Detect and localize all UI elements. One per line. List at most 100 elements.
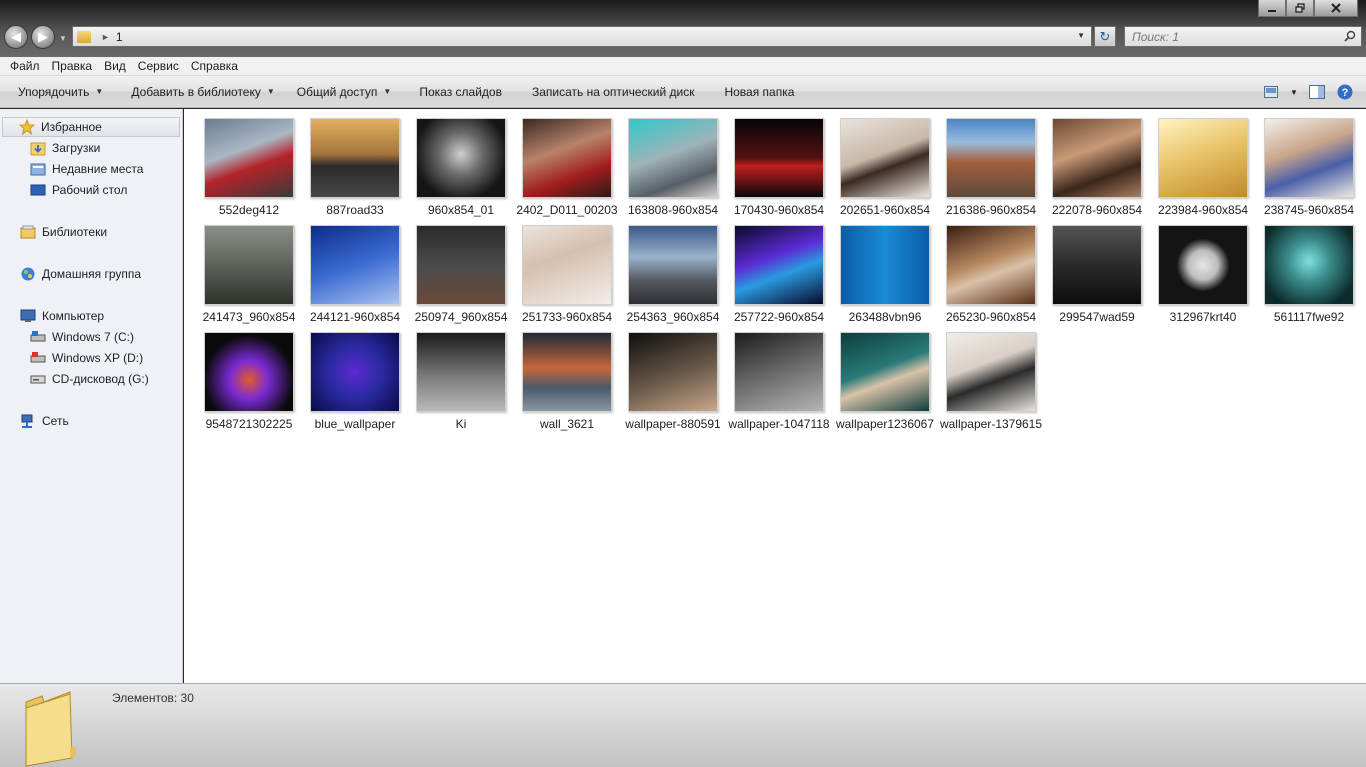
- arrow-right-icon: ▶: [38, 29, 48, 44]
- file-thumbnail: [946, 332, 1036, 412]
- search-box[interactable]: [1124, 26, 1362, 47]
- file-item[interactable]: 9548721302225: [196, 332, 302, 432]
- file-thumbnail: [522, 332, 612, 412]
- organize-button[interactable]: Упорядочить ▼: [8, 76, 113, 108]
- file-thumbnail: [1052, 225, 1142, 305]
- file-item[interactable]: wallpaper-1047118: [726, 332, 832, 432]
- nav-desktop-label: Рабочий стол: [52, 183, 128, 197]
- file-list-view: 552deg412 887road33 960x854_01 2402_D011_00…: [184, 109, 1366, 683]
- preview-pane-button[interactable]: [1308, 84, 1326, 100]
- file-name: 241473_960x854: [202, 310, 296, 324]
- file-item[interactable]: 887road33: [302, 118, 408, 218]
- file-name: 223984-960x854: [1157, 203, 1249, 217]
- address-bar[interactable]: ► 1 ▼: [72, 26, 1092, 47]
- restore-icon: [1295, 3, 1305, 13]
- file-item[interactable]: 223984-960x854: [1150, 118, 1256, 218]
- address-history-dropdown[interactable]: ▼: [1077, 31, 1085, 40]
- close-button[interactable]: [1314, 0, 1358, 17]
- file-item[interactable]: 299547wad59: [1044, 225, 1150, 325]
- search-icon[interactable]: [1344, 30, 1356, 42]
- file-item[interactable]: 238745-960x854: [1256, 118, 1362, 218]
- caption-buttons: [1258, 0, 1358, 17]
- nav-desktop[interactable]: Рабочий стол: [30, 180, 127, 200]
- nav-favorites[interactable]: Избранное: [2, 117, 180, 137]
- view-options-dropdown[interactable]: ▼: [1290, 84, 1298, 100]
- share-button[interactable]: Общий доступ ▼: [287, 76, 402, 108]
- file-item[interactable]: blue_wallpaper: [302, 332, 408, 432]
- nav-drive-g[interactable]: CD-дисковод (G:): [30, 369, 149, 389]
- folder-icon: [77, 30, 91, 43]
- file-item[interactable]: wallpaper-880591: [620, 332, 726, 432]
- breadcrumb-current[interactable]: 1: [116, 30, 123, 44]
- file-item[interactable]: 216386-960x854: [938, 118, 1044, 218]
- menu-view[interactable]: Вид: [98, 59, 132, 73]
- file-item[interactable]: 163808-960x854: [620, 118, 726, 218]
- file-item[interactable]: 265230-960x854: [938, 225, 1044, 325]
- menu-help[interactable]: Справка: [185, 59, 244, 73]
- file-name: 9548721302225: [205, 417, 293, 431]
- file-item[interactable]: 250974_960x854: [408, 225, 514, 325]
- file-thumbnail: [204, 118, 294, 198]
- nav-recent-label: Недавние места: [52, 162, 144, 176]
- add-to-library-label: Добавить в библиотеку: [131, 84, 261, 99]
- window-titlebar: ◀ ▶ ▼ ► 1 ▼ ↻: [0, 0, 1366, 57]
- nav-drive-c[interactable]: Windows 7 (C:): [30, 327, 134, 347]
- file-item[interactable]: Ki: [408, 332, 514, 432]
- menu-edit[interactable]: Правка: [46, 59, 99, 73]
- nav-downloads[interactable]: Загрузки: [30, 138, 100, 158]
- refresh-icon: ↻: [1099, 28, 1111, 44]
- file-item[interactable]: 202651-960x854: [832, 118, 938, 218]
- libraries-icon: [20, 224, 36, 240]
- menu-file[interactable]: Файл: [4, 59, 46, 73]
- help-button[interactable]: ?: [1336, 84, 1354, 100]
- file-item[interactable]: wallpaper1236067: [832, 332, 938, 432]
- file-item[interactable]: 254363_960x854: [620, 225, 726, 325]
- file-item[interactable]: wallpaper-1379615: [938, 332, 1044, 432]
- slideshow-button[interactable]: Показ слайдов: [409, 76, 512, 108]
- file-thumbnail: [628, 332, 718, 412]
- file-item[interactable]: 251733-960x854: [514, 225, 620, 325]
- file-item[interactable]: 552deg412: [196, 118, 302, 218]
- search-input[interactable]: [1132, 29, 1332, 44]
- breadcrumb-separator-icon[interactable]: ►: [101, 32, 110, 42]
- menu-tools[interactable]: Сервис: [132, 59, 185, 73]
- file-name: 244121-960x854: [309, 310, 401, 324]
- file-item[interactable]: 263488vbn96: [832, 225, 938, 325]
- file-item[interactable]: 960x854_01: [408, 118, 514, 218]
- file-item[interactable]: 222078-960x854: [1044, 118, 1150, 218]
- nav-drive-g-label: CD-дисковод (G:): [52, 372, 149, 386]
- new-folder-button[interactable]: Новая папка: [714, 76, 804, 108]
- nav-homegroup[interactable]: Домашняя группа: [20, 264, 141, 284]
- file-item[interactable]: 561117fwe92: [1256, 225, 1362, 325]
- recent-pages-dropdown[interactable]: ▼: [59, 34, 67, 43]
- file-item[interactable]: wall_3621: [514, 332, 620, 432]
- file-thumbnail: [204, 225, 294, 305]
- nav-computer[interactable]: Компьютер: [20, 306, 104, 326]
- nav-network[interactable]: Сеть: [20, 411, 69, 431]
- file-name: 960x854_01: [427, 203, 495, 217]
- file-item[interactable]: 241473_960x854: [196, 225, 302, 325]
- file-item[interactable]: 2402_D011_00203: [514, 118, 620, 218]
- menu-bar: Файл Правка Вид Сервис Справка: [0, 57, 1366, 76]
- file-thumbnail: [416, 225, 506, 305]
- nav-drive-d[interactable]: Windows XP (D:): [30, 348, 143, 368]
- nav-libraries[interactable]: Библиотеки: [20, 222, 107, 242]
- hard-drive-icon: [30, 350, 46, 366]
- file-item[interactable]: 244121-960x854: [302, 225, 408, 325]
- nav-recent-places[interactable]: Недавние места: [30, 159, 143, 179]
- file-item[interactable]: 312967krt40: [1150, 225, 1256, 325]
- back-button[interactable]: ◀: [4, 25, 28, 49]
- file-item[interactable]: 170430-960x854: [726, 118, 832, 218]
- burn-disc-button[interactable]: Записать на оптический диск: [522, 76, 705, 108]
- file-thumbnail: [310, 118, 400, 198]
- file-item[interactable]: 257722-960x854: [726, 225, 832, 325]
- file-name: 561117fwe92: [1273, 310, 1345, 324]
- refresh-button[interactable]: ↻: [1094, 26, 1116, 47]
- forward-button[interactable]: ▶: [31, 25, 55, 49]
- change-view-button[interactable]: [1262, 84, 1280, 100]
- minimize-button[interactable]: [1258, 0, 1286, 17]
- add-to-library-button[interactable]: Добавить в библиотеку ▼: [121, 76, 284, 108]
- file-name: 2402_D011_00203: [516, 203, 618, 217]
- maximize-button[interactable]: [1286, 0, 1314, 17]
- nav-drive-c-label: Windows 7 (C:): [52, 330, 135, 344]
